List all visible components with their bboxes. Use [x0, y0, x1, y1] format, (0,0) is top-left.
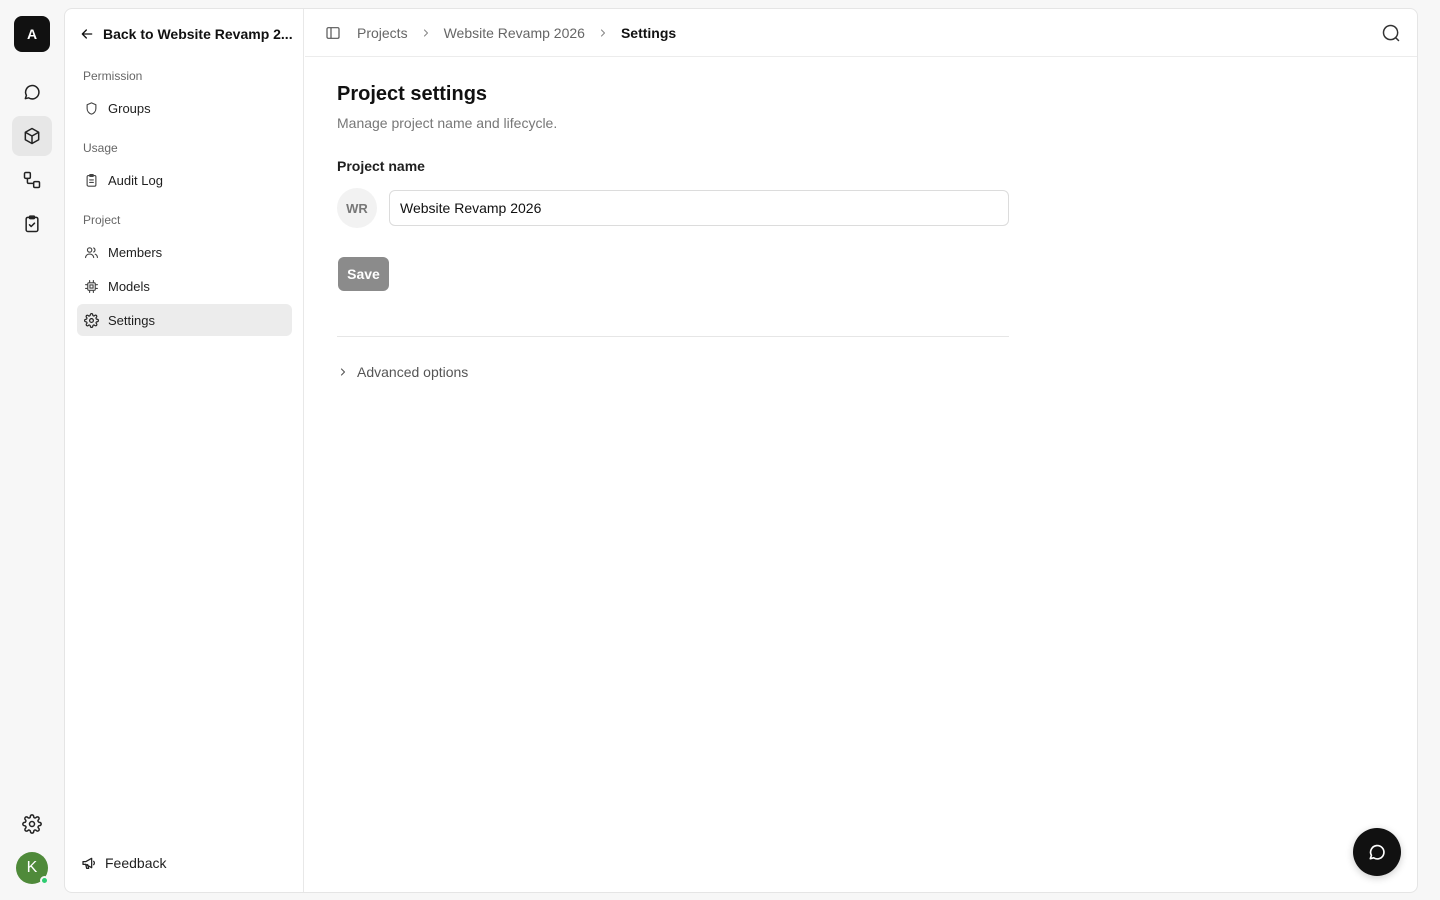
user-avatar[interactable]: K	[16, 852, 49, 885]
panel-left-icon	[325, 25, 341, 41]
cube-icon	[22, 126, 42, 146]
sidebar-item-audit-log[interactable]: Audit Log	[77, 164, 292, 196]
project-name-input[interactable]	[389, 190, 1009, 226]
page-title: Project settings	[337, 83, 488, 105]
back-link-label: Back to Website Revamp 2...	[103, 26, 293, 42]
chevron-right-icon	[597, 27, 609, 39]
breadcrumb-projects[interactable]: Projects	[357, 25, 408, 41]
workflow-icon	[22, 170, 42, 190]
user-initial: K	[26, 859, 38, 876]
section-label-permission: Permission	[83, 69, 143, 83]
page-subtitle: Manage project name and lifecycle.	[337, 115, 558, 131]
sidebar-item-settings[interactable]: Settings	[77, 304, 292, 336]
arrow-left-icon	[79, 26, 95, 42]
feedback-label: Feedback	[105, 855, 167, 871]
shield-icon	[84, 101, 99, 116]
section-label-project: Project	[83, 213, 121, 227]
chevron-right-icon	[337, 366, 349, 378]
top-header: Projects Website Revamp 2026 Settings	[305, 9, 1417, 57]
project-avatar: WR	[337, 188, 377, 228]
section-label-usage: Usage	[83, 141, 118, 155]
clipboard-check-icon	[22, 214, 42, 234]
settings-sidebar: Back to Website Revamp 2... Permission G…	[65, 9, 304, 892]
sidebar-item-groups[interactable]: Groups	[77, 92, 292, 124]
gear-icon	[84, 312, 99, 328]
sidebar-item-label: Models	[108, 278, 150, 294]
online-status-dot	[40, 876, 49, 885]
sidebar-item-label: Audit Log	[108, 172, 163, 188]
sidebar-item-label: Settings	[108, 312, 155, 328]
rail-chat-button[interactable]	[12, 72, 52, 112]
megaphone-icon	[81, 855, 97, 871]
rail-projects-button[interactable]	[12, 116, 52, 156]
sidebar-item-label: Groups	[108, 100, 151, 116]
search-icon	[1381, 23, 1401, 43]
clipboard-icon	[84, 173, 99, 188]
rail-workflow-button[interactable]	[12, 160, 52, 200]
sidebar-item-label: Members	[108, 244, 163, 260]
chip-icon	[84, 279, 99, 294]
chat-bubble-icon	[1367, 842, 1387, 862]
chat-icon	[22, 82, 42, 102]
save-button[interactable]: Save	[338, 257, 389, 291]
sidebar-item-members[interactable]: Members	[77, 236, 292, 268]
breadcrumb: Projects Website Revamp 2026 Settings	[357, 25, 676, 41]
project-name-label: Project name	[337, 158, 425, 174]
sidebar-toggle-button[interactable]	[325, 25, 341, 41]
rail-tasks-button[interactable]	[12, 204, 52, 244]
gear-icon	[22, 814, 42, 834]
users-icon	[84, 245, 99, 260]
rail-settings-button[interactable]	[12, 804, 52, 844]
advanced-options-label: Advanced options	[357, 364, 469, 380]
breadcrumb-current: Settings	[620, 24, 677, 41]
advanced-options-toggle[interactable]: Advanced options	[337, 361, 468, 383]
sidebar-item-models[interactable]: Models	[77, 270, 292, 302]
section-divider	[337, 336, 1009, 337]
feedback-button[interactable]: Feedback	[81, 852, 166, 874]
app-rail: A K	[0, 0, 64, 900]
main-panel: Back to Website Revamp 2... Permission G…	[64, 8, 1418, 893]
workspace-logo[interactable]: A	[14, 16, 50, 52]
breadcrumb-project[interactable]: Website Revamp 2026	[444, 25, 585, 41]
chevron-right-icon	[420, 27, 432, 39]
back-to-project-link[interactable]: Back to Website Revamp 2...	[79, 23, 293, 45]
search-button[interactable]	[1381, 23, 1401, 43]
support-chat-button[interactable]	[1353, 828, 1401, 876]
